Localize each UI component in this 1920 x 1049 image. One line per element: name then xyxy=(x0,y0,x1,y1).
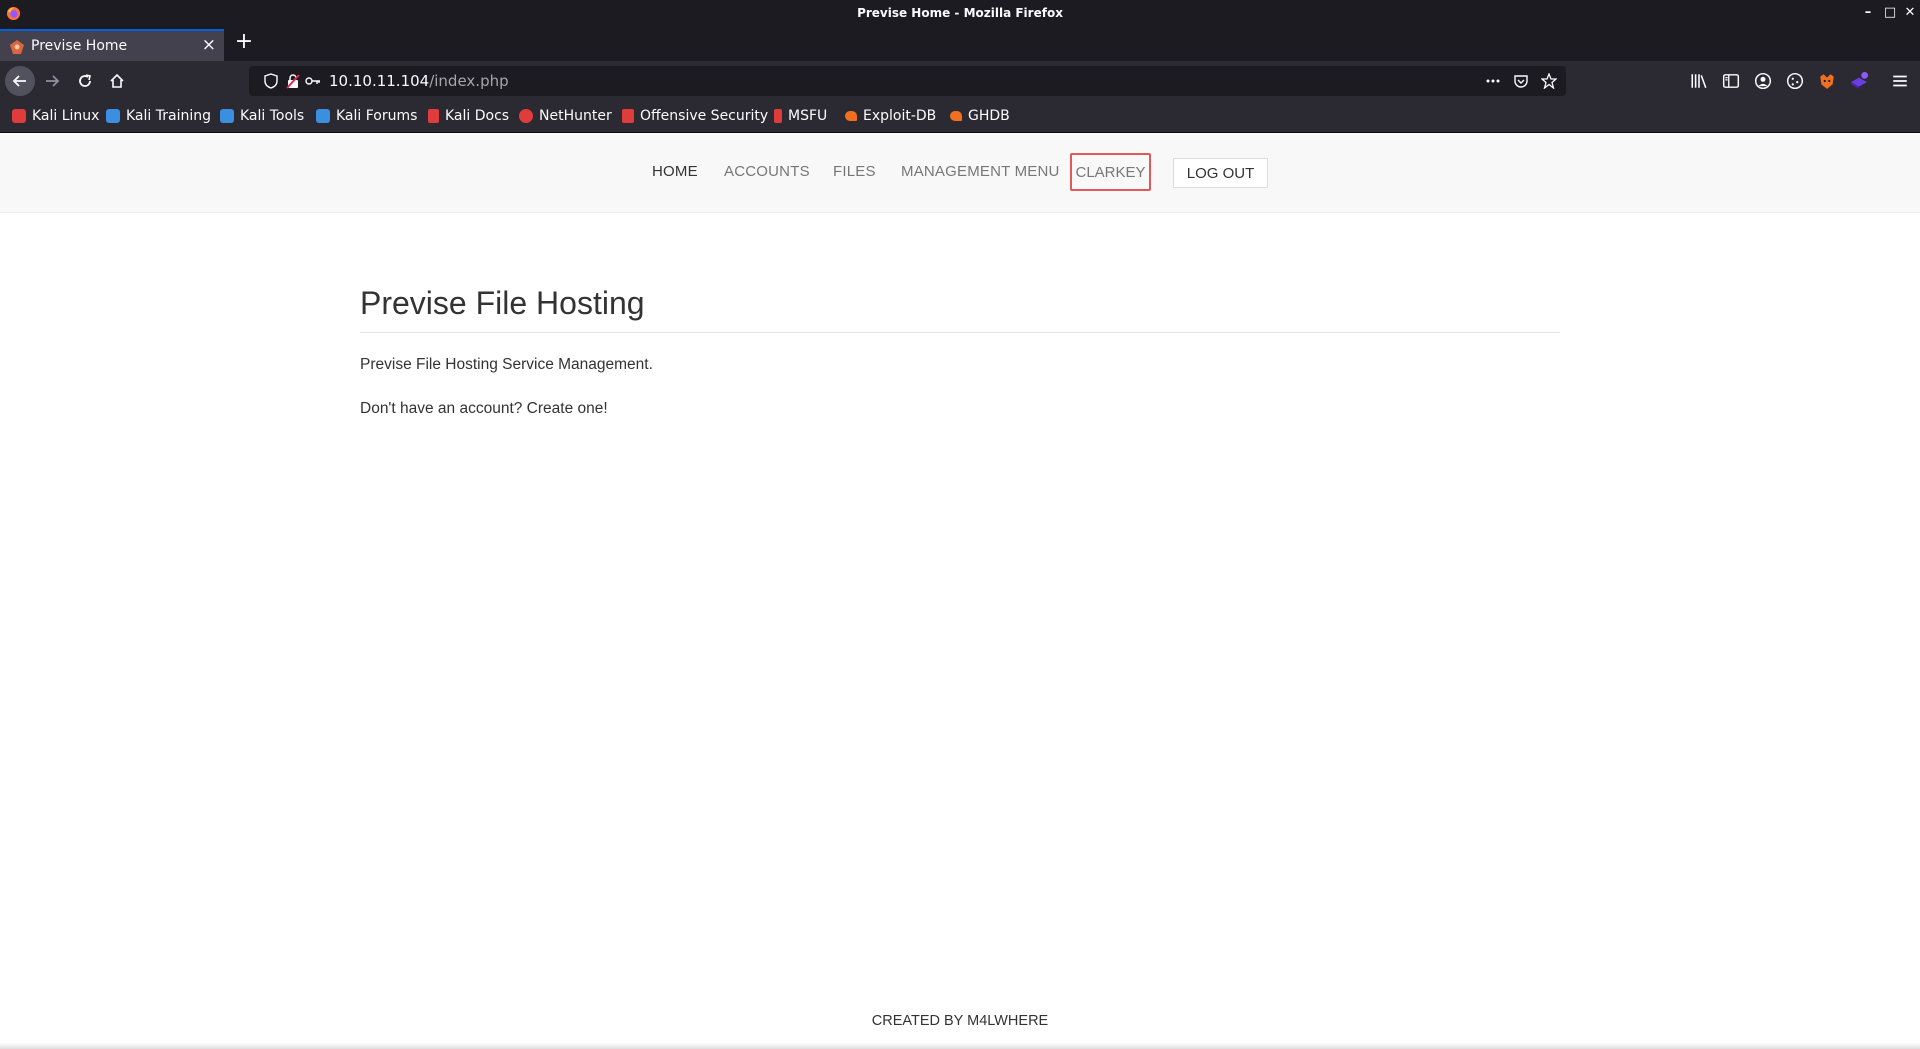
tab-strip: Previse Home × + xyxy=(0,27,1920,61)
exploit-db-icon xyxy=(845,111,857,121)
new-tab-button[interactable]: + xyxy=(232,31,256,55)
create-account-text[interactable]: Don't have an account? Create one! xyxy=(360,400,608,418)
library-icon[interactable] xyxy=(1690,72,1708,90)
account-icon[interactable] xyxy=(1754,72,1772,90)
close-tab-icon[interactable]: × xyxy=(202,35,216,55)
url-text[interactable]: 10.10.11.104/index.php xyxy=(329,72,509,90)
sidebar-icon[interactable] xyxy=(1722,72,1740,90)
app-menu-icon[interactable] xyxy=(1891,72,1909,90)
bookmark-kali-linux[interactable]: Kali Linux xyxy=(12,108,99,124)
wappalyzer-icon[interactable] xyxy=(1850,72,1868,90)
nav-files[interactable]: FILES xyxy=(833,163,876,180)
nav-user-clarkey[interactable]: CLARKEY xyxy=(1070,153,1151,191)
site-navbar: HOME ACCOUNTS FILES MANAGEMENT MENU CLAR… xyxy=(0,133,1920,213)
key-icon[interactable] xyxy=(305,73,321,89)
msfu-icon xyxy=(774,109,782,123)
bookmark-label: NetHunter xyxy=(539,108,612,124)
bookmark-star-icon[interactable] xyxy=(1541,73,1557,89)
bookmark-label: MSFU xyxy=(788,108,828,124)
reload-icon xyxy=(79,74,91,87)
bookmark-label: GHDB xyxy=(968,108,1010,124)
back-arrow-icon xyxy=(12,75,26,87)
nethunter-icon xyxy=(519,109,533,123)
site-favicon-icon xyxy=(10,40,24,54)
bookmark-label: Kali Linux xyxy=(32,108,100,124)
maximize-icon[interactable]: □ xyxy=(1883,5,1897,21)
footer-credit: CREATED BY M4LWHERE xyxy=(871,1013,1049,1029)
home-button[interactable] xyxy=(102,66,132,96)
nav-home[interactable]: HOME xyxy=(652,163,698,180)
tab-label: Previse Home xyxy=(31,38,128,54)
bookmark-nethunter[interactable]: NetHunter xyxy=(519,108,612,124)
home-icon xyxy=(110,73,124,88)
minimize-icon[interactable]: – xyxy=(1861,5,1875,21)
bookmark-kali-docs[interactable]: Kali Docs xyxy=(428,108,509,124)
ghdb-icon xyxy=(950,111,962,121)
close-window-icon[interactable]: ✕ xyxy=(1903,5,1917,21)
bookmark-exploit-db[interactable]: Exploit-DB xyxy=(845,108,936,124)
title-divider xyxy=(360,332,1560,333)
reload-button[interactable] xyxy=(70,66,100,96)
page-content: HOME ACCOUNTS FILES MANAGEMENT MENU CLAR… xyxy=(0,133,1920,1049)
navigation-toolbar: 10.10.11.104/index.php xyxy=(0,61,1920,101)
url-bar[interactable]: 10.10.11.104/index.php xyxy=(249,66,1566,96)
bookmark-label: Kali Forums xyxy=(336,108,418,124)
tab-previse-home[interactable]: Previse Home × xyxy=(0,29,224,61)
intro-text: Previse File Hosting Service Management. xyxy=(360,356,653,373)
url-host: 10.10.11.104 xyxy=(329,72,430,90)
window-titlebar: Previse Home - Mozilla Firefox – □ ✕ xyxy=(0,0,1920,27)
bookmark-label: Exploit-DB xyxy=(863,108,937,124)
logout-button[interactable]: LOG OUT xyxy=(1173,158,1268,188)
bookmark-kali-tools[interactable]: Kali Tools xyxy=(220,108,304,124)
bookmark-label: Kali Tools xyxy=(240,108,305,124)
page-actions-icon[interactable] xyxy=(1485,73,1501,89)
nav-management-menu[interactable]: MANAGEMENT MENU xyxy=(901,163,1060,180)
back-button[interactable] xyxy=(5,66,35,96)
forward-arrow-icon xyxy=(46,75,60,87)
bookmark-ghdb[interactable]: GHDB xyxy=(950,108,1010,124)
bookmark-label: Offensive Security xyxy=(640,108,769,124)
bookmark-label: Kali Docs xyxy=(445,108,510,124)
kali-docs-icon xyxy=(428,109,439,123)
foxyproxy-icon[interactable] xyxy=(1818,72,1836,90)
kali-forums-icon xyxy=(316,109,330,123)
nav-accounts[interactable]: ACCOUNTS xyxy=(724,163,810,180)
insecure-lock-icon[interactable] xyxy=(285,73,301,89)
bookmark-offensive-security[interactable]: Offensive Security xyxy=(622,108,768,124)
page-title: Previse File Hosting xyxy=(360,285,645,321)
kali-dragon-icon xyxy=(12,109,26,123)
pocket-icon[interactable] xyxy=(1513,73,1529,89)
forward-button[interactable] xyxy=(37,66,67,96)
bookmark-label: Kali Training xyxy=(126,108,211,124)
offsec-icon xyxy=(622,109,634,123)
page-bottom-edge xyxy=(0,1043,1920,1049)
bookmarks-toolbar: Kali Linux Kali Training Kali Tools Kali… xyxy=(0,101,1920,133)
bookmark-kali-forums[interactable]: Kali Forums xyxy=(316,108,417,124)
bookmark-msfu[interactable]: MSFU xyxy=(774,108,827,124)
window-title: Previse Home - Mozilla Firefox xyxy=(857,6,1063,20)
url-path: /index.php xyxy=(429,72,509,90)
bookmark-kali-training[interactable]: Kali Training xyxy=(106,108,211,124)
kali-tools-icon xyxy=(220,109,234,123)
kali-training-icon xyxy=(106,109,120,123)
cookie-extension-icon[interactable] xyxy=(1786,72,1804,90)
tracking-shield-icon[interactable] xyxy=(263,73,279,89)
